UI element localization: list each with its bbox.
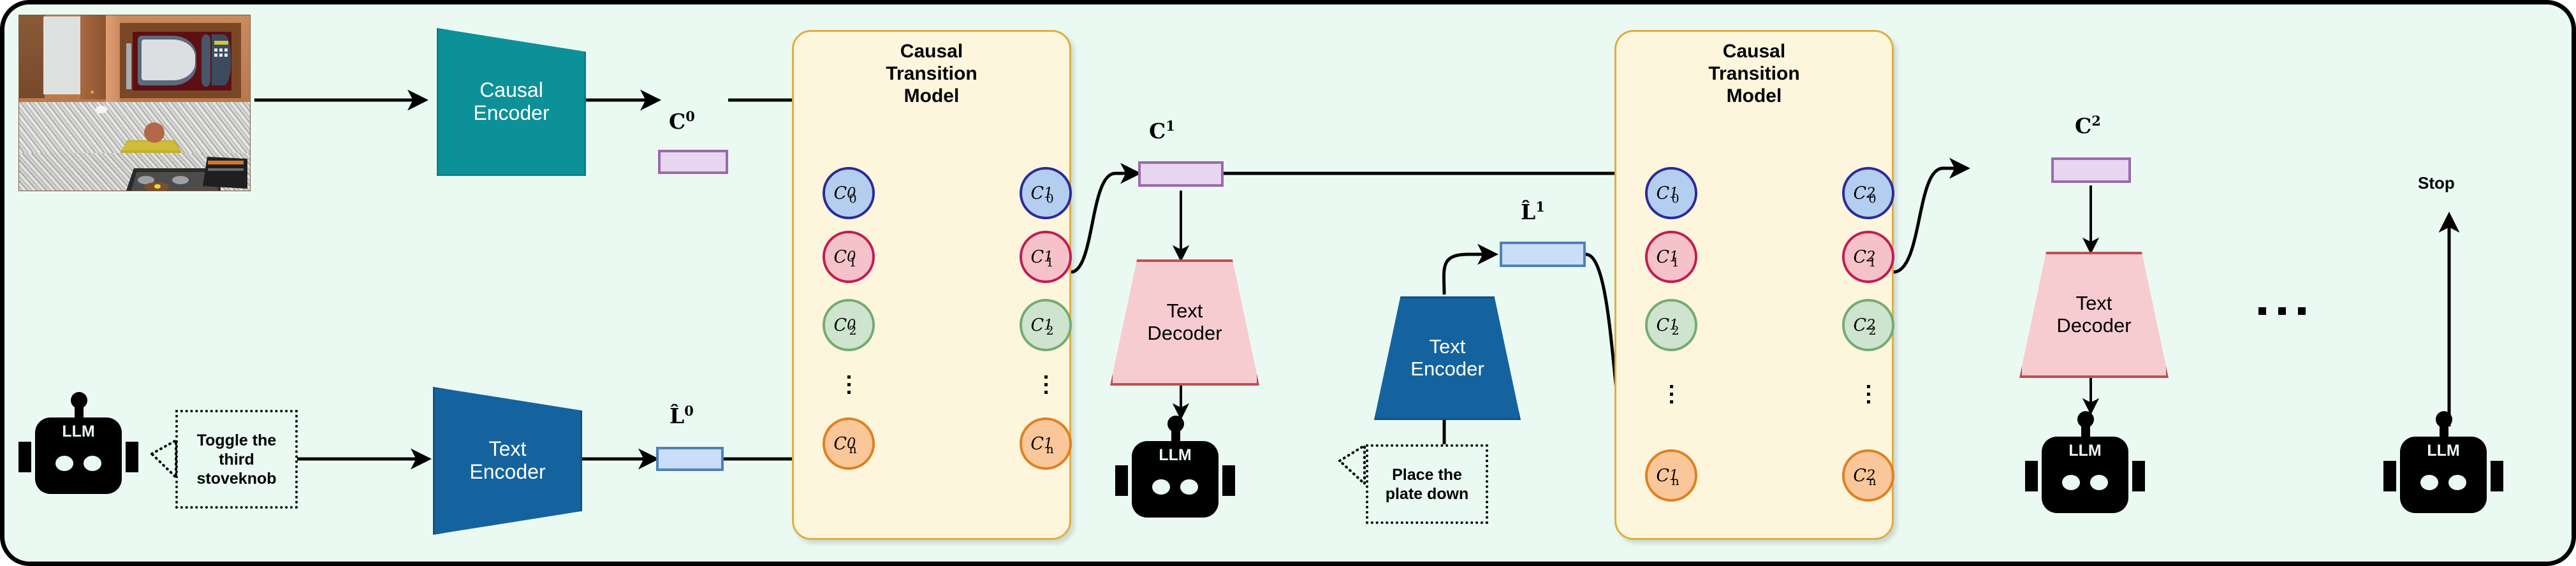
- ctm-1-left-node-2: C02: [823, 299, 875, 351]
- c0-label: C0: [669, 108, 695, 134]
- ctm-2-right-node-n: C2n: [1842, 449, 1894, 502]
- l0-language-bar: [656, 447, 724, 471]
- text-decoder-2-label: Text Decoder: [2056, 292, 2132, 337]
- ctm-2-left-node-0: C10: [1645, 167, 1697, 219]
- causal-encoder-block[interactable]: Causal Encoder: [437, 28, 586, 176]
- stop-label: Stop: [2418, 173, 2455, 192]
- l1-language-bar: [1500, 242, 1586, 267]
- c2-label: C2: [2075, 113, 2101, 138]
- ctm-2-right-node-1: C21: [1842, 231, 1894, 283]
- llm-2-label: LLM: [1159, 446, 1192, 464]
- ctm-2-left-node-n: C1n: [1645, 449, 1697, 502]
- text-decoder-1-label: Text Decoder: [1147, 300, 1222, 344]
- llm-4-label: LLM: [2427, 442, 2460, 460]
- text-encoder-2-label: Text Encoder: [1410, 335, 1484, 380]
- ctm-1-left-node-1: C01: [823, 231, 875, 283]
- text-decoder-1-block[interactable]: Text Decoder: [1110, 259, 1259, 386]
- ctm-2-left-vdots: [1669, 381, 1673, 403]
- ctm-1-right-node-2: C12: [1020, 299, 1072, 351]
- ctm-2-right-vdots: [1866, 381, 1870, 403]
- llm-1-label: LLM: [62, 423, 95, 440]
- causal-encoder-label: Causal Encoder: [473, 78, 550, 124]
- c0-causal-bar: [658, 150, 728, 174]
- text-decoder-2-block[interactable]: Text Decoder: [2019, 252, 2169, 378]
- text-encoder-1-block[interactable]: Text Encoder: [433, 387, 582, 535]
- scene-observation-image: [18, 15, 251, 191]
- llm-1-agent[interactable]: LLM: [17, 392, 151, 494]
- c1-causal-bar: [1138, 161, 1224, 187]
- llm-1-instruction-text: Toggle the third stoveknob: [196, 431, 277, 488]
- llm-2-instruction-text: Place the plate down: [1385, 465, 1469, 503]
- text-encoder-2-block[interactable]: Text Encoder: [1374, 296, 1521, 420]
- llm-1-instruction-bubble: Toggle the third stoveknob: [175, 410, 298, 509]
- sequence-ellipsis: [2258, 307, 2306, 315]
- ctm-1-title: Causal Transition Model: [886, 41, 977, 106]
- llm-4-agent[interactable]: LLM: [2382, 411, 2516, 513]
- ctm-1-right-node-n: C1n: [1020, 417, 1072, 470]
- connector-layer: [149, 89, 2460, 487]
- ctm-2-left-node-1: C11: [1645, 231, 1697, 283]
- llm-2-agent[interactable]: LLM: [1114, 416, 1248, 518]
- ctm-2-right-node-0: C20: [1842, 167, 1894, 219]
- ctm-1-left-vdots: [847, 371, 851, 394]
- ctm-2-left-node-2: C12: [1645, 299, 1697, 351]
- ctm-1-right-node-0: C10: [1020, 167, 1072, 219]
- text-encoder-1-label: Text Encoder: [469, 437, 546, 483]
- l1-label: L̂1: [1521, 199, 1545, 224]
- l0-label: L̂0: [670, 403, 694, 428]
- figure-canvas: Causal Encoder C0 Causal Transition Mode…: [0, 0, 2576, 566]
- llm-2-instruction-bubble: Place the plate down: [1366, 444, 1488, 524]
- c1-label: C1: [1149, 118, 1175, 143]
- ctm-1-right-vdots: [1044, 371, 1048, 394]
- c2-causal-bar: [2051, 157, 2131, 183]
- llm-3-label: LLM: [2068, 442, 2102, 460]
- ctm-1-left-node-0: C00: [823, 167, 875, 219]
- llm-3-agent[interactable]: LLM: [2024, 411, 2158, 513]
- ctm-2-title: Causal Transition Model: [1708, 41, 1800, 106]
- ctm-1-right-node-1: C11: [1020, 231, 1072, 283]
- ctm-2-right-node-2: C22: [1842, 299, 1894, 351]
- ctm-1-left-node-n: C0n: [823, 417, 875, 470]
